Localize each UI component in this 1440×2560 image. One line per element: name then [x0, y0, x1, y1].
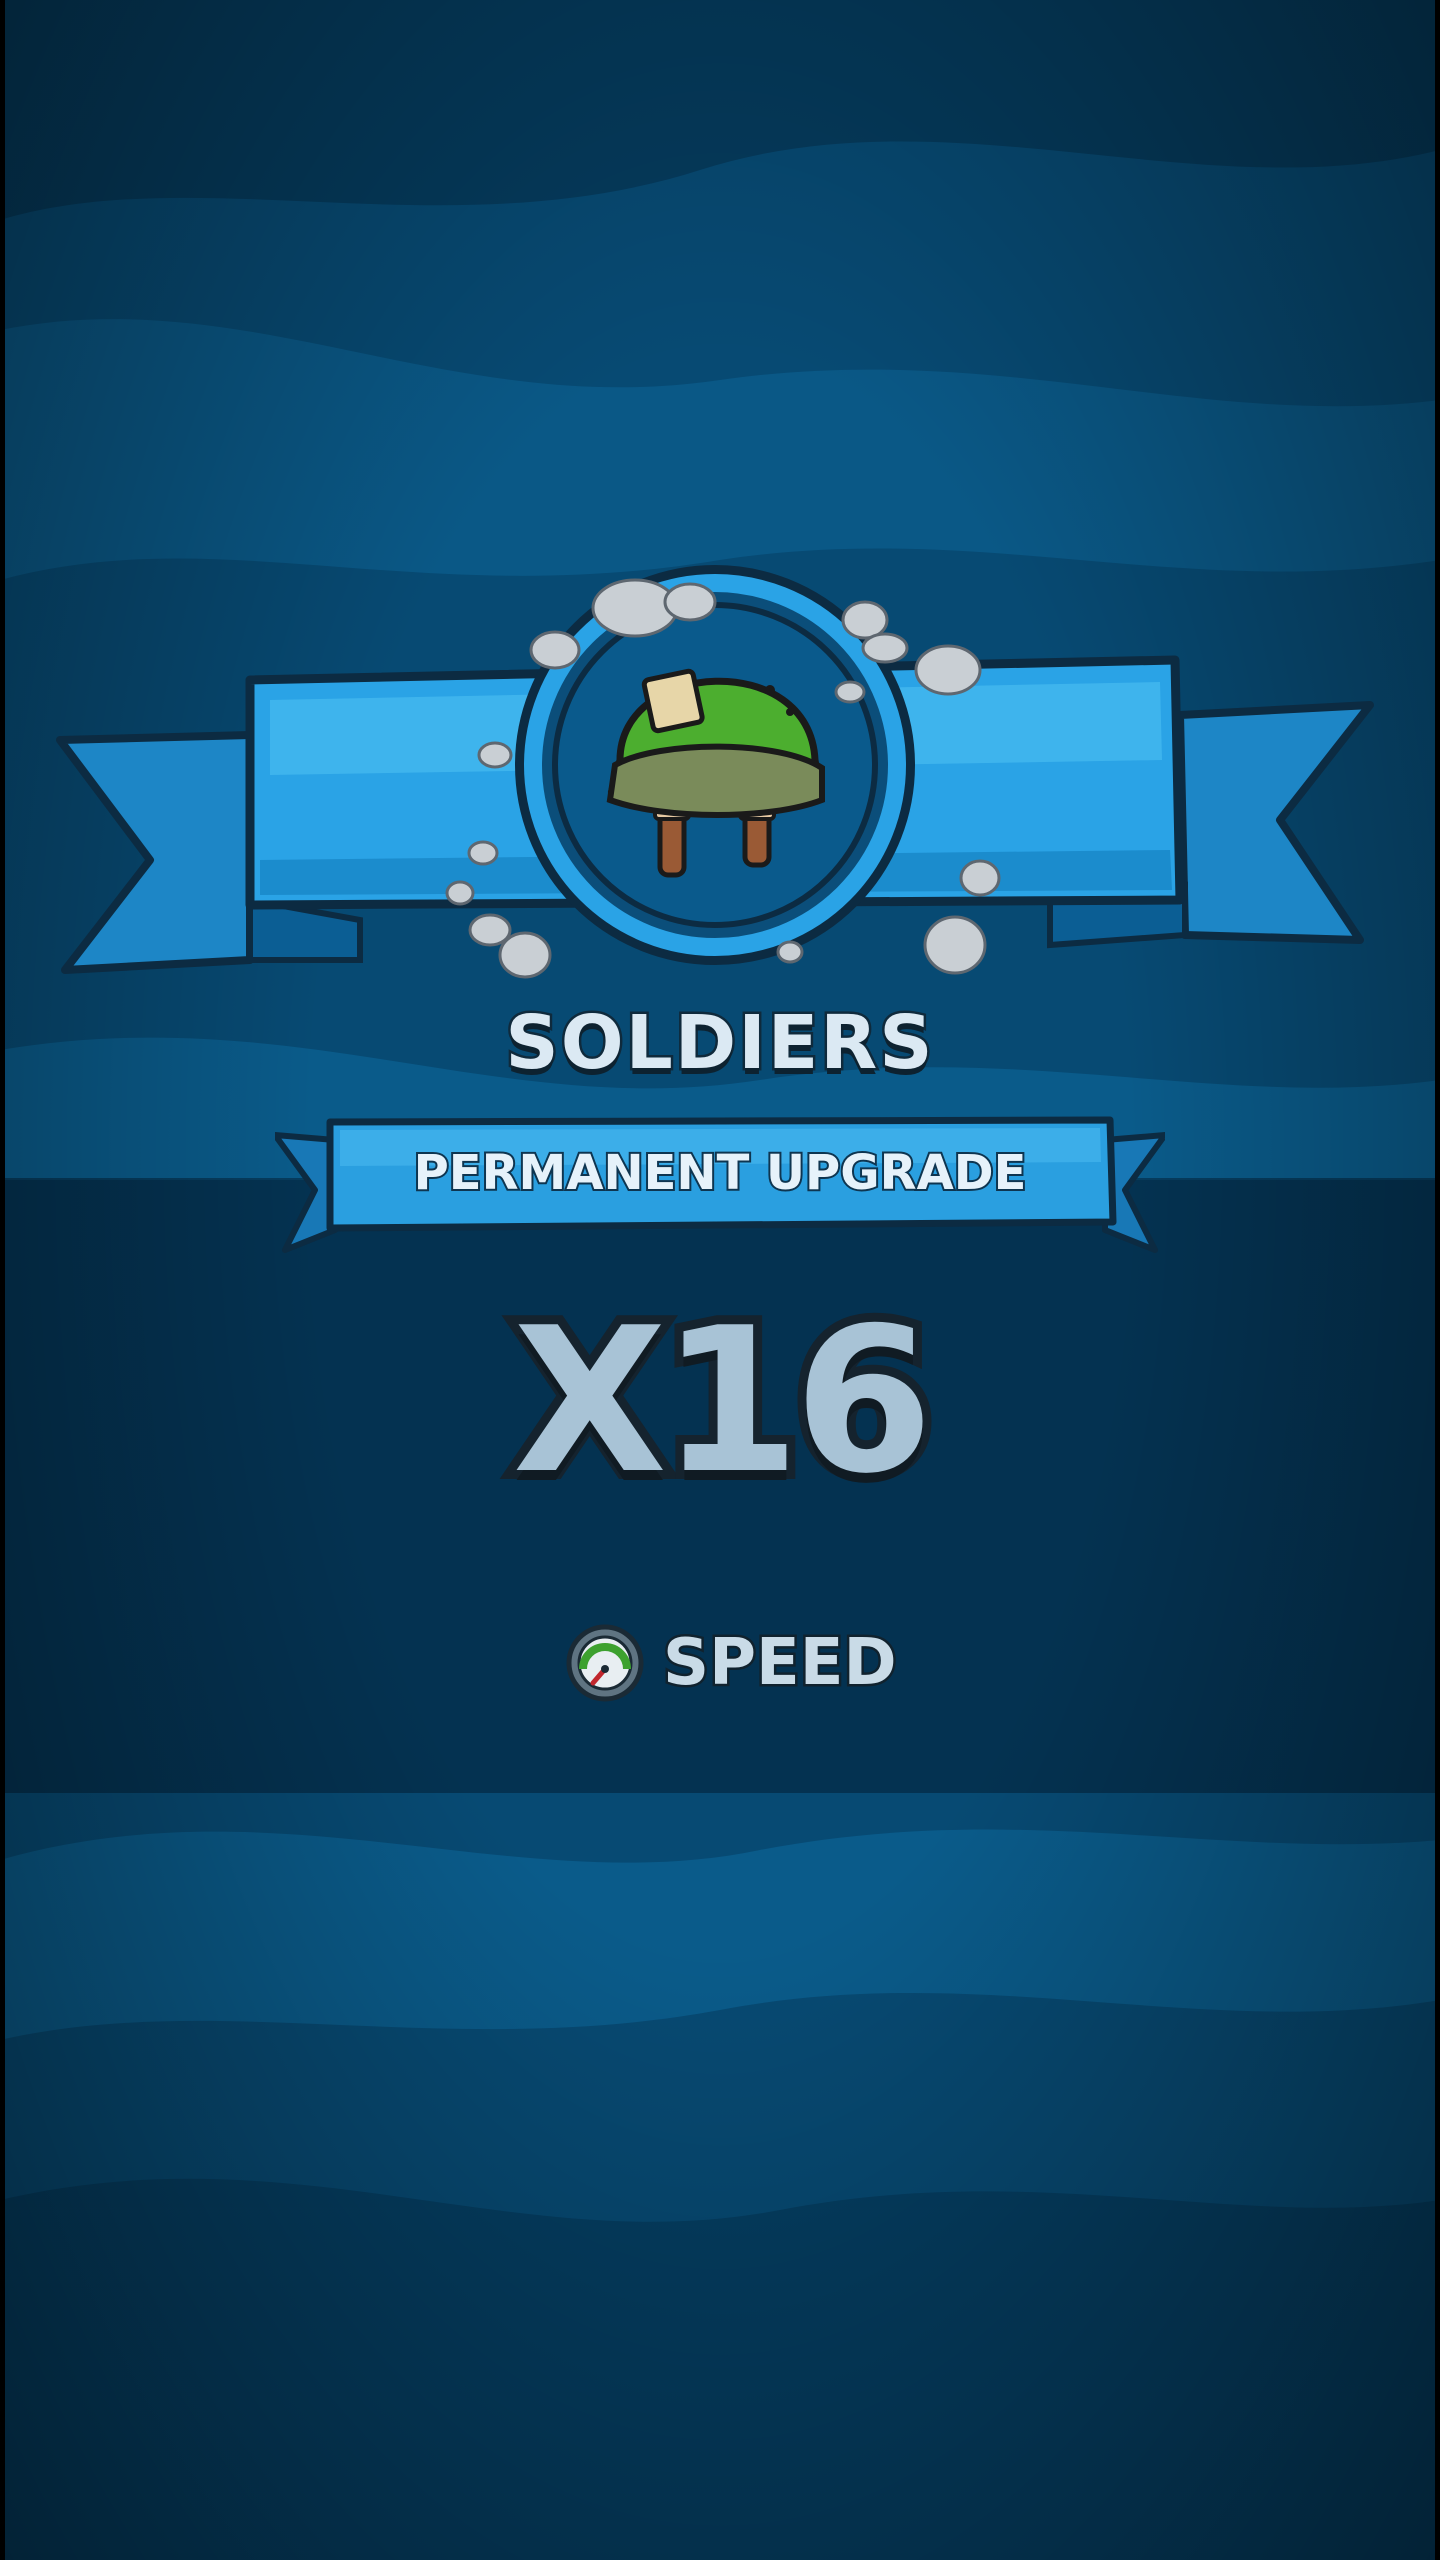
multiplier-value: X16: [504, 1276, 943, 1527]
stat-label: SPEED: [661, 1624, 900, 1703]
reward-title: SOLDIERS: [503, 998, 935, 1089]
permanent-upgrade-label: PERMANENT UPGRADE: [412, 1143, 1029, 1203]
bg-wave: [0, 1829, 1440, 2040]
screen-edge: [1435, 0, 1440, 2560]
reward-banner: [56, 565, 1374, 979]
screen-edge: [0, 0, 5, 2560]
bg-wave: [0, 2178, 1440, 2560]
stat-row: SPEED: [565, 1618, 900, 1708]
speedometer-icon: [566, 1624, 644, 1702]
